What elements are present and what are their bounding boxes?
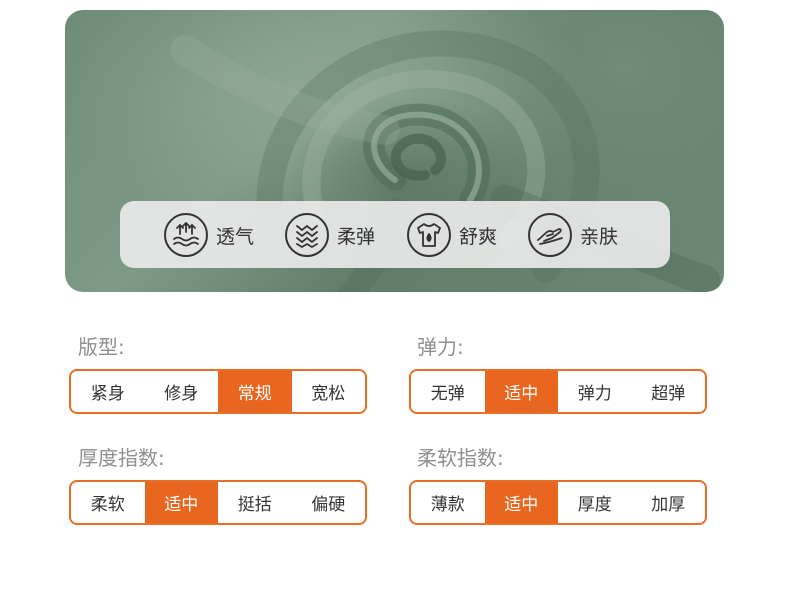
breathable-icon: [164, 213, 208, 257]
thickness-option[interactable]: 偏硬: [292, 482, 366, 523]
thickness-option[interactable]: 适中: [144, 482, 218, 523]
fit-option[interactable]: 常规: [218, 371, 292, 412]
feature-label: 透气: [216, 225, 255, 248]
softness-option[interactable]: 加厚: [632, 482, 706, 523]
feature-stretch: 柔弹: [285, 212, 375, 258]
feature-skin: 亲肤: [528, 212, 618, 258]
feature-bar: 透气 柔弹 舒爽 亲肤: [120, 201, 670, 268]
feature-breathable: 透气: [164, 212, 254, 258]
fit-label: 版型:: [78, 335, 125, 359]
fit-option[interactable]: 宽松: [292, 371, 366, 412]
feature-label: 亲肤: [580, 225, 619, 248]
fabric-photo: 透气 柔弹 舒爽 亲肤: [65, 10, 724, 292]
softness-selector: 薄款 适中 厚度 加厚: [409, 480, 707, 525]
feature-comfort: 舒爽: [407, 212, 497, 258]
elasticity-option[interactable]: 适中: [484, 371, 558, 412]
thickness-selector: 柔软 适中 挺括 偏硬: [69, 480, 367, 525]
elasticity-label: 弹力:: [417, 335, 464, 359]
thickness-option[interactable]: 挺括: [218, 482, 292, 523]
elasticity-option[interactable]: 无弹: [411, 371, 485, 412]
feature-label: 舒爽: [459, 225, 498, 248]
hand-skin-icon: [528, 213, 572, 257]
tshirt-drop-icon: [407, 213, 451, 257]
elasticity-option[interactable]: 超弹: [632, 371, 706, 412]
softness-option[interactable]: 薄款: [411, 482, 485, 523]
elasticity-option[interactable]: 弹力: [558, 371, 632, 412]
fit-option[interactable]: 修身: [145, 371, 219, 412]
softness-option[interactable]: 厚度: [558, 482, 632, 523]
softness-label: 柔软指数:: [417, 446, 504, 470]
fit-selector: 紧身 修身 常规 宽松: [69, 369, 367, 414]
thickness-label: 厚度指数:: [78, 446, 165, 470]
stretch-icon: [285, 213, 329, 257]
fit-option[interactable]: 紧身: [71, 371, 145, 412]
softness-option[interactable]: 适中: [484, 482, 558, 523]
elasticity-selector: 无弹 适中 弹力 超弹: [409, 369, 707, 414]
feature-label: 柔弹: [337, 225, 376, 248]
thickness-option[interactable]: 柔软: [71, 482, 145, 523]
